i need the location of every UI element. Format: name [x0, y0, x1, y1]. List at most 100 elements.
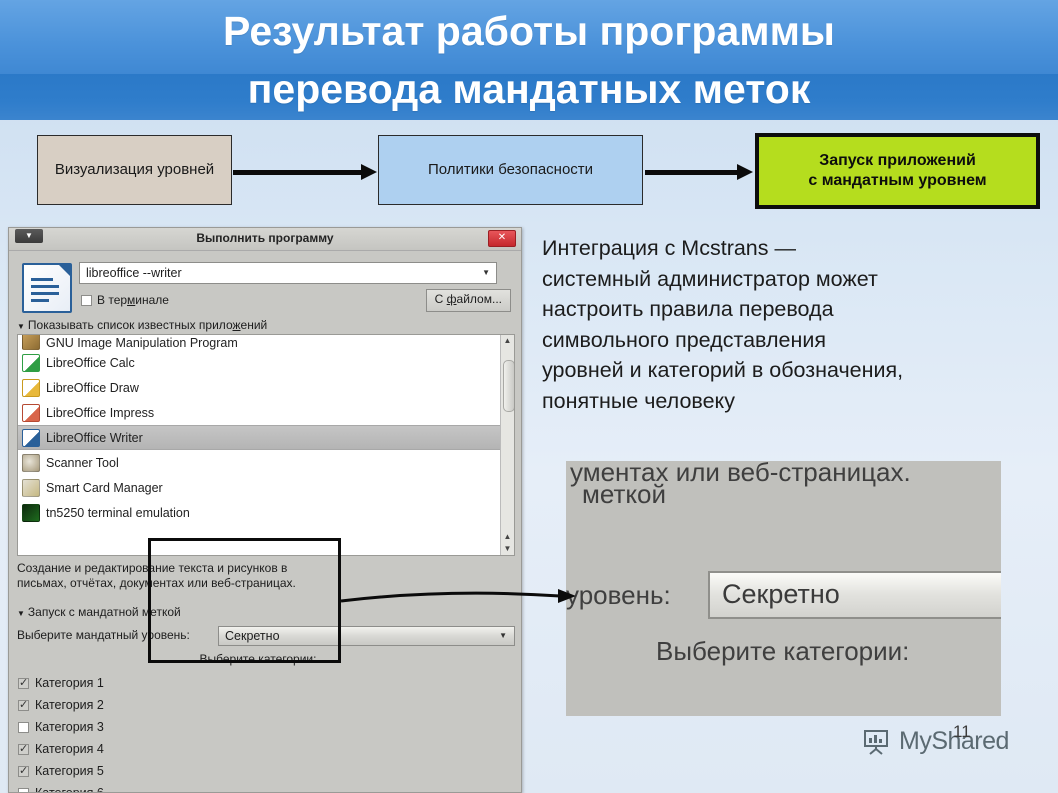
list-item[interactable]: Scanner Tool [18, 450, 514, 475]
run-in-terminal-checkbox[interactable]: В терминале [81, 293, 169, 307]
inset-level-select: Секретно [708, 571, 1001, 619]
category-checkbox-row[interactable]: Категория 3 [18, 716, 104, 738]
list-item[interactable]: LibreOffice Impress [18, 400, 514, 425]
libreoffice-writer-app-icon [22, 263, 72, 313]
category-label: Категория 6 [35, 786, 104, 793]
command-input-value: libreoffice --writer [86, 266, 182, 280]
list-item-label: LibreOffice Draw [46, 380, 139, 395]
list-item-label: LibreOffice Writer [46, 430, 143, 445]
body-line-5: уровней и категорий в обозначения, [542, 358, 904, 382]
applist-scrollbar[interactable]: ▲ ▲ ▼ [500, 335, 514, 555]
presentation-chart-icon [864, 729, 888, 755]
flow-box-run-apps: Запуск приложений с мандатным уровнем [755, 133, 1040, 209]
chevron-down-icon[interactable]: ▼ [482, 263, 490, 283]
category-checkbox-row[interactable]: Категория 4 [18, 738, 104, 760]
list-item-label: LibreOffice Calc [46, 355, 135, 370]
flow-box-policies: Политики безопасности [378, 135, 643, 205]
arrow-head [361, 164, 377, 180]
slide-header: Результат работы программы перевода манд… [0, 0, 1058, 120]
categories-label: Выберите категории: [199, 652, 317, 666]
known-applications-list[interactable]: GNU Image Manipulation Program LibreOffic… [17, 334, 515, 556]
mandatory-level-value: Секретно [225, 629, 280, 643]
app-description-line2: письмах, отчётах, документах или веб-стр… [17, 576, 296, 590]
command-row: libreoffice --writer ▼ В терминале С фай… [9, 251, 521, 317]
inset-line-2: меткой [582, 479, 667, 509]
dialog-titlebar: ▼ Выполнить программу ✕ [9, 228, 521, 251]
list-item[interactable]: Smart Card Manager [18, 475, 514, 500]
body-line-6: понятные человеку [542, 388, 735, 413]
category-label: Категория 3 [35, 720, 104, 734]
list-item[interactable]: LibreOffice Writer [18, 425, 514, 450]
checkbox-box[interactable] [18, 698, 29, 711]
mandatory-level-row: Выберите мандатный уровень: Секретно ▼ [17, 626, 515, 647]
body-line-1: Интеграция с Mcstrans — [542, 236, 796, 260]
smartcard-icon [22, 478, 40, 497]
categories-list: Категория 1 Категория 2 Категория 3 Категор… [18, 672, 104, 793]
category-label: Категория 5 [35, 764, 104, 778]
mandatory-level-select[interactable]: Секретно ▼ [218, 626, 515, 646]
libreoffice-impress-icon [22, 403, 40, 422]
checkbox-box[interactable] [18, 742, 29, 755]
checkbox-box[interactable] [18, 787, 29, 792]
checkbox-box[interactable] [18, 721, 29, 733]
category-label: Категория 4 [35, 742, 104, 756]
list-item[interactable]: tn5250 terminal emulation [18, 500, 514, 525]
flow-box-visualization-label: Визуализация уровней [54, 160, 215, 178]
category-checkbox-row[interactable]: Категория 2 [18, 694, 104, 716]
checkbox-box[interactable] [18, 764, 29, 777]
category-checkbox-row[interactable]: Категория 1 [18, 672, 104, 694]
list-item-label: LibreOffice Impress [46, 405, 155, 420]
icon-line [31, 292, 59, 295]
scroll-up-icon-2[interactable]: ▲ [501, 531, 514, 543]
show-known-apps-disclosure[interactable]: ▼ Показывать список известных приложений [17, 318, 267, 332]
terminal-icon [22, 503, 40, 522]
page-number: 11 [953, 722, 971, 741]
checkbox-box[interactable] [81, 294, 92, 306]
flow-box-run-apps-line2: с мандатным уровнем [808, 172, 987, 189]
list-item-label: GNU Image Manipulation Program [46, 336, 238, 350]
arrow-shaft [233, 170, 363, 175]
inset-line-5: Выберите категории: [656, 636, 910, 666]
arrow-head [737, 164, 753, 180]
app-description: Создание и редактирование текста и рисун… [17, 561, 507, 591]
inset-line-3: уровень: [566, 580, 671, 610]
category-checkbox-row[interactable]: Категория 5 [18, 760, 104, 782]
page-title-line2: перевода мандатных меток [247, 66, 811, 112]
icon-line [31, 278, 53, 281]
category-label: Категория 2 [35, 698, 104, 712]
list-item[interactable]: LibreOffice Draw [18, 375, 514, 400]
list-item[interactable]: LibreOffice Calc [18, 350, 514, 375]
close-icon[interactable]: ✕ [488, 230, 516, 247]
command-input[interactable]: libreoffice --writer ▼ [79, 262, 497, 284]
arrow-shaft [645, 170, 739, 175]
icon-line [31, 299, 49, 302]
scroll-up-icon[interactable]: ▲ [501, 335, 514, 347]
libreoffice-calc-icon [22, 353, 40, 372]
body-line-2: системный администратор может [542, 266, 878, 291]
chevron-down-icon[interactable]: ▼ [499, 627, 507, 645]
icon-fold [59, 265, 70, 276]
list-item-label: Smart Card Manager [46, 480, 163, 495]
icon-line [31, 285, 59, 288]
myshared-watermark: MyShared [862, 727, 1009, 756]
gimp-icon [22, 335, 40, 350]
mandatory-label-disclosure[interactable]: ▼ Запуск с мандатной меткой [17, 605, 181, 619]
scrollbar-thumb[interactable] [503, 360, 514, 412]
body-line-4: символьного представления [542, 327, 826, 352]
with-file-button[interactable]: С файлом... [425, 289, 511, 312]
app-description-line1: Создание и редактирование текста и рисун… [17, 561, 288, 575]
list-item-label: tn5250 terminal emulation [46, 505, 190, 520]
disclosure-label-post: ений [240, 318, 268, 332]
zoomed-detail-inset: ументах или веб-страницах. меткой уровен… [566, 461, 1001, 716]
body-paragraph: Интеграция с Mcstrans — системный админи… [542, 233, 1042, 416]
triangle-down-icon: ▼ [17, 322, 25, 331]
category-checkbox-row[interactable]: Категория 6 [18, 782, 104, 793]
list-item[interactable]: GNU Image Manipulation Program [18, 335, 514, 350]
body-line-3: настроить правила перевода [542, 297, 834, 321]
flow-box-run-apps-line1: Запуск приложений [819, 152, 976, 170]
scroll-down-icon[interactable]: ▼ [501, 543, 514, 555]
page-title-line1: Результат работы программы [223, 8, 835, 54]
checkbox-box[interactable] [18, 676, 29, 689]
triangle-down-icon: ▼ [17, 609, 25, 618]
flow-box-policies-label: Политики безопасности [427, 160, 594, 178]
